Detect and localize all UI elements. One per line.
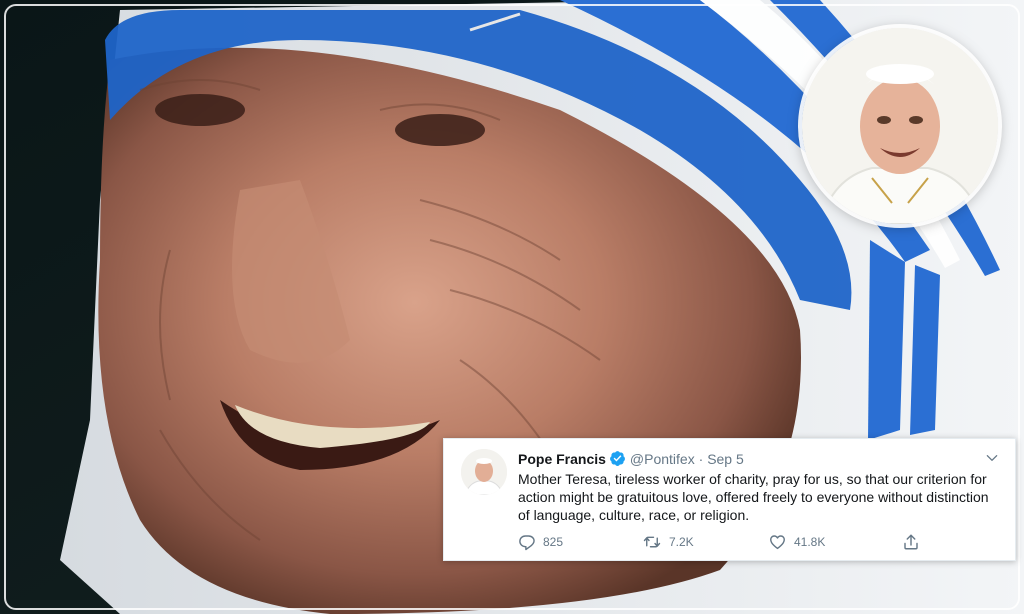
share-icon	[904, 534, 918, 550]
reply-button[interactable]: 825	[518, 532, 563, 552]
retweet-count: 7.2K	[669, 535, 694, 549]
reply-count: 825	[543, 535, 564, 549]
separator-dot: ·	[698, 451, 704, 467]
composite-image: Pope Francis @Pontifex · Sep 5 Mother Ter…	[0, 0, 1024, 614]
user-handle[interactable]: @Pontifex	[630, 451, 695, 467]
share-button[interactable]	[902, 532, 927, 552]
tweet-date[interactable]: Sep 5	[707, 451, 744, 467]
avatar[interactable]	[461, 449, 507, 495]
verified-badge-icon	[609, 450, 626, 471]
portrait-circle	[802, 28, 998, 224]
reply-icon	[519, 535, 535, 551]
retweet-icon	[643, 536, 661, 548]
like-button[interactable]: 41.8K	[768, 532, 825, 552]
chevron-down-icon[interactable]	[985, 451, 999, 470]
portrait-image	[802, 28, 998, 224]
tweet-card[interactable]: Pope Francis @Pontifex · Sep 5 Mother Ter…	[443, 438, 1016, 561]
like-count: 41.8K	[794, 535, 826, 549]
tweet-actions: 825 7.2K 41.8K	[518, 532, 928, 552]
retweet-button[interactable]: 7.2K	[642, 532, 694, 552]
tweet-text: Mother Teresa, tireless worker of charit…	[518, 471, 989, 523]
display-name[interactable]: Pope Francis	[518, 451, 606, 467]
heart-icon	[770, 535, 785, 550]
tweet-header: Pope Francis @Pontifex · Sep 5	[518, 450, 744, 471]
